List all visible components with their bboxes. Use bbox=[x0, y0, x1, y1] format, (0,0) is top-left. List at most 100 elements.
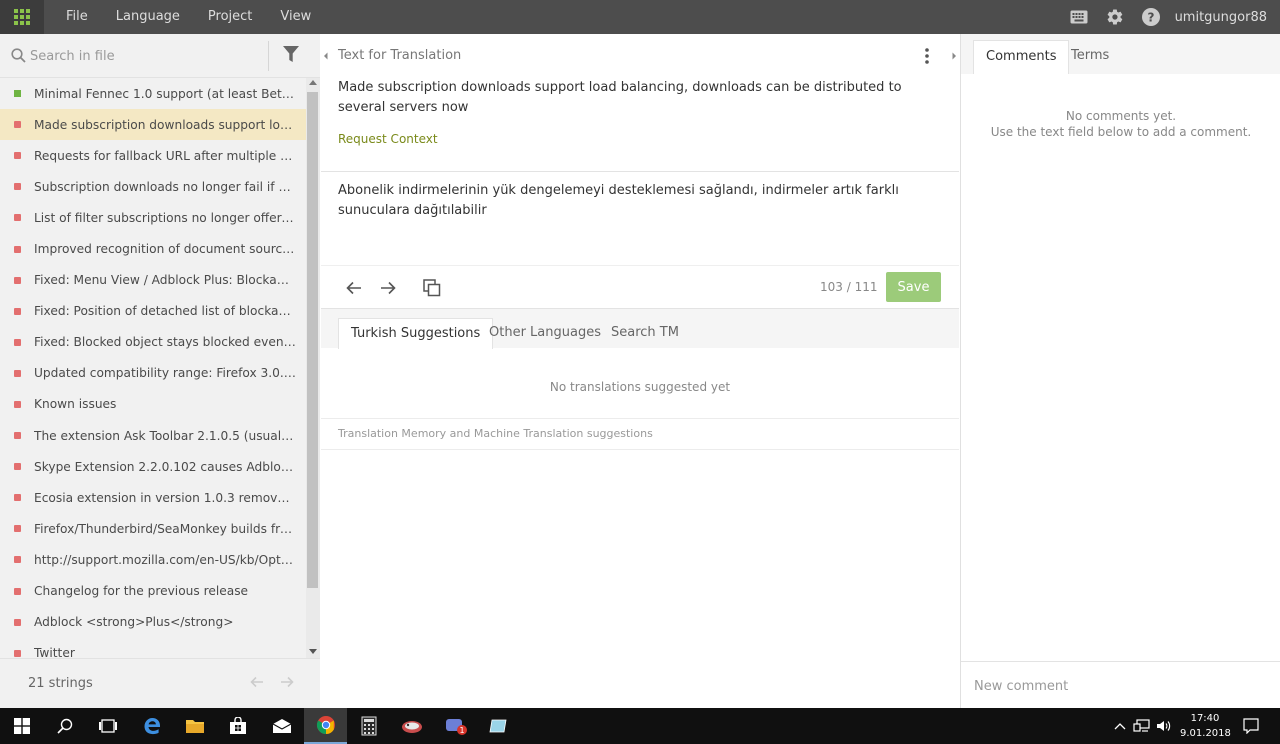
collapse-left-icon[interactable] bbox=[321, 48, 331, 64]
volume-tray[interactable] bbox=[1154, 708, 1174, 744]
store-app[interactable] bbox=[216, 708, 259, 744]
network-icon bbox=[1133, 719, 1150, 732]
menu-language[interactable]: Language bbox=[102, 0, 194, 34]
editor-panel: Text for Translation Made subscription d… bbox=[321, 34, 959, 708]
string-list-item[interactable]: Improved recognition of document source … bbox=[0, 233, 306, 264]
next-string-button[interactable] bbox=[375, 276, 401, 300]
previous-page-arrow-icon[interactable] bbox=[249, 674, 265, 690]
status-indicator-icon bbox=[14, 494, 21, 502]
file-explorer-app[interactable] bbox=[173, 708, 216, 744]
tab-other-languages[interactable]: Other Languages bbox=[477, 318, 613, 349]
string-label: Subscription downloads no longer fail if… bbox=[34, 179, 296, 194]
edge-browser-icon bbox=[144, 718, 160, 735]
status-indicator-icon bbox=[14, 307, 21, 315]
calculator-app[interactable] bbox=[347, 708, 390, 744]
new-comment-input[interactable] bbox=[967, 672, 1267, 700]
collapse-right-icon[interactable] bbox=[949, 48, 959, 64]
status-indicator-icon bbox=[14, 214, 21, 222]
gear-icon[interactable] bbox=[1097, 0, 1133, 34]
tab-turkish-suggestions[interactable]: Turkish Suggestions bbox=[338, 318, 494, 349]
status-indicator-icon bbox=[14, 276, 21, 284]
calculator-icon bbox=[361, 716, 376, 736]
task-view-button[interactable] bbox=[86, 708, 129, 744]
string-label: The extension Ask Toolbar 2.1.0.5 (usual… bbox=[34, 428, 296, 443]
string-label: Requests for fallback URL after multiple… bbox=[34, 148, 296, 163]
source-text: Made subscription downloads support load… bbox=[338, 80, 902, 115]
tab-search-tm[interactable]: Search TM bbox=[599, 318, 691, 349]
string-list-item[interactable]: Ecosia extension in version 1.0.3 remove… bbox=[0, 482, 306, 513]
string-list-item[interactable]: List of filter subscriptions no longer o… bbox=[0, 202, 306, 233]
chat-icon: 1 bbox=[445, 719, 467, 735]
keyboard-icon[interactable] bbox=[1061, 0, 1097, 34]
string-label: Made subscription downloads support load… bbox=[34, 117, 296, 132]
chrome-app[interactable] bbox=[304, 708, 347, 744]
string-list-item[interactable]: Skype Extension 2.2.0.102 causes Adblock… bbox=[0, 451, 306, 482]
menu-view[interactable]: View bbox=[266, 0, 325, 34]
string-list-item[interactable]: Made subscription downloads support load… bbox=[0, 109, 306, 141]
string-label: Fixed: Position of detached list of bloc… bbox=[34, 304, 296, 319]
string-list-item[interactable]: http://support.mozilla.com/en-US/kb/Opti… bbox=[0, 544, 306, 575]
messaging-app[interactable]: 1 bbox=[434, 708, 477, 744]
action-center-button[interactable] bbox=[1238, 708, 1264, 744]
scroll-up-arrow-icon[interactable] bbox=[309, 80, 317, 85]
status-indicator-icon bbox=[14, 587, 21, 595]
string-list-item[interactable]: Minimal Fennec 1.0 support (at least Bet… bbox=[0, 78, 306, 109]
edge-app[interactable] bbox=[130, 708, 173, 744]
arrow-left-icon bbox=[346, 281, 361, 295]
search-icon bbox=[56, 718, 72, 734]
scroll-thumb[interactable] bbox=[307, 92, 318, 588]
taskbar-search-button[interactable] bbox=[43, 708, 86, 744]
mail-badge: 1 bbox=[459, 726, 464, 735]
string-label: Skype Extension 2.2.0.102 causes Adblock… bbox=[34, 459, 296, 474]
string-list-item[interactable]: Twitter bbox=[0, 638, 306, 658]
divider bbox=[321, 418, 959, 419]
apps-menu-button[interactable] bbox=[0, 0, 44, 34]
string-list-item[interactable]: Subscription downloads no longer fail if… bbox=[0, 171, 306, 202]
start-button[interactable] bbox=[0, 708, 43, 744]
status-indicator-icon bbox=[14, 338, 21, 346]
string-list-item[interactable]: Changelog for the previous release bbox=[0, 576, 306, 607]
bird-icon bbox=[401, 721, 422, 733]
translation-input[interactable]: Abonelik indirmelerinin yük dengelemeyi … bbox=[329, 174, 951, 262]
show-hidden-icons-button[interactable] bbox=[1112, 708, 1128, 744]
string-list-item[interactable]: Firefox/Thunderbird/SeaMonkey builds fro… bbox=[0, 513, 306, 544]
user-menu[interactable]: umitgungor88 bbox=[1169, 10, 1280, 25]
string-label: http://support.mozilla.com/en-US/kb/Opti… bbox=[34, 552, 296, 567]
photos-app[interactable] bbox=[390, 708, 433, 744]
scrollbar[interactable] bbox=[306, 78, 320, 658]
filter-button[interactable] bbox=[282, 45, 310, 69]
main-menu: File Language Project View bbox=[52, 0, 325, 34]
status-indicator-icon bbox=[14, 463, 21, 471]
string-list-item[interactable]: The extension Ask Toolbar 2.1.0.5 (usual… bbox=[0, 420, 306, 451]
divider bbox=[321, 449, 959, 450]
request-context-link[interactable]: Request Context bbox=[338, 132, 438, 146]
menu-project[interactable]: Project bbox=[194, 0, 266, 34]
mail-app[interactable] bbox=[260, 708, 303, 744]
previous-string-button[interactable] bbox=[341, 276, 367, 300]
more-options-icon[interactable] bbox=[921, 46, 933, 66]
notes-app[interactable] bbox=[477, 708, 520, 744]
string-list-item[interactable]: Known issues bbox=[0, 389, 306, 420]
menu-file[interactable]: File bbox=[52, 0, 102, 34]
string-list-item[interactable]: Requests for fallback URL after multiple… bbox=[0, 140, 306, 171]
string-list-item[interactable]: Adblock <strong>Plus</strong> bbox=[0, 607, 306, 638]
tab-terms[interactable]: Terms bbox=[1059, 40, 1121, 74]
tab-comments[interactable]: Comments bbox=[973, 40, 1070, 74]
save-button[interactable]: Save bbox=[886, 272, 941, 302]
next-page-arrow-icon[interactable] bbox=[279, 674, 295, 690]
copy-source-button[interactable] bbox=[419, 276, 445, 300]
string-list-item[interactable]: Fixed: Blocked object stays blocked even… bbox=[0, 327, 306, 358]
filter-icon bbox=[283, 46, 299, 62]
help-icon[interactable]: ? bbox=[1133, 0, 1169, 34]
network-tray[interactable] bbox=[1131, 708, 1153, 744]
top-right-controls: ? umitgungor88 bbox=[1061, 0, 1280, 34]
string-label: Ecosia extension in version 1.0.3 remove… bbox=[34, 490, 296, 505]
clock[interactable]: 17:40 9.01.2018 bbox=[1180, 711, 1231, 741]
search-input[interactable] bbox=[30, 42, 260, 70]
string-list-item[interactable]: Fixed: Menu View / Adblock Plus: Blockab… bbox=[0, 265, 306, 296]
string-list-item[interactable]: Updated compatibility range: Firefox 3.0… bbox=[0, 358, 306, 389]
scroll-down-arrow-icon[interactable] bbox=[309, 649, 317, 654]
task-view-icon bbox=[98, 719, 117, 733]
arrow-right-icon bbox=[381, 281, 396, 295]
string-list-item[interactable]: Fixed: Position of detached list of bloc… bbox=[0, 296, 306, 327]
